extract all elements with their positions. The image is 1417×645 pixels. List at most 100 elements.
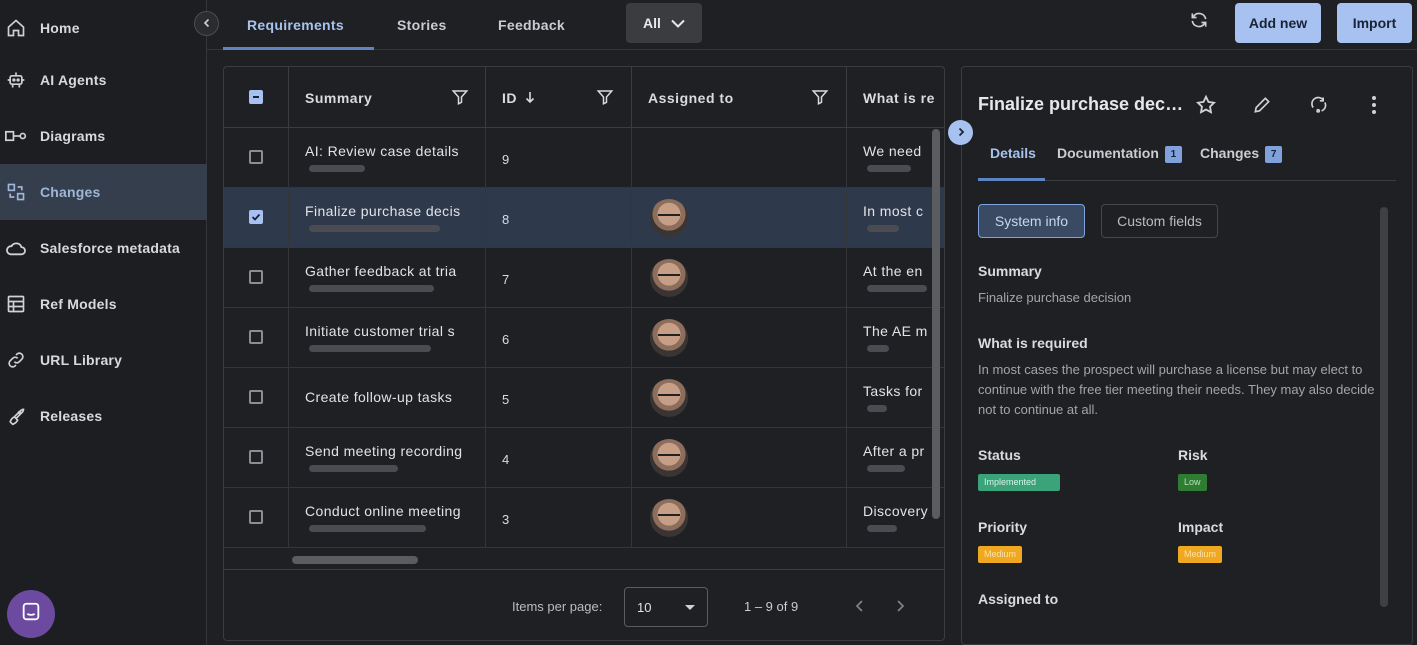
summary-cell[interactable]: AI: Review case details <box>289 128 486 188</box>
expand-table-button[interactable] <box>948 120 973 145</box>
row-checkbox[interactable] <box>249 270 263 284</box>
avatar[interactable] <box>650 379 688 417</box>
table-vertical-scrollbar[interactable] <box>932 129 940 519</box>
import-button[interactable]: Import <box>1337 3 1412 43</box>
what-is-required-text: At the en <box>863 263 923 279</box>
detail-tab-changes[interactable]: Changes 7 <box>1200 145 1283 163</box>
star-icon[interactable] <box>1194 93 1218 117</box>
refresh-button[interactable] <box>1187 10 1211 34</box>
app-root: Home AI Agents Diagrams Changes Salesfor… <box>0 0 1417 645</box>
sidebar-item-label: Salesforce metadata <box>40 240 180 256</box>
chat-launcher-button[interactable] <box>7 590 55 638</box>
column-header-id[interactable]: ID <box>486 67 632 128</box>
sidebar-item-diagrams[interactable]: Diagrams <box>0 108 207 164</box>
tab-stories[interactable]: Stories <box>397 0 447 50</box>
sync-icon[interactable] <box>1307 93 1331 117</box>
edit-icon[interactable] <box>1250 93 1274 117</box>
select-all-checkbox[interactable] <box>249 90 263 104</box>
row-checkbox[interactable] <box>249 450 263 464</box>
avatar[interactable] <box>650 259 688 297</box>
chevron-left-icon <box>202 15 212 33</box>
chevron-right-icon <box>956 124 966 142</box>
sidebar-item-url-library[interactable]: URL Library <box>0 332 207 388</box>
summary-cell[interactable]: Create follow-up tasks <box>289 368 486 428</box>
previous-page-button[interactable] <box>851 597 869 615</box>
sidebar: Home AI Agents Diagrams Changes Salesfor… <box>0 0 207 645</box>
sidebar-item-ref-models[interactable]: Ref Models <box>0 276 207 332</box>
filter-icon[interactable] <box>451 88 469 109</box>
avatar[interactable] <box>650 499 688 537</box>
summary-cell[interactable]: Finalize purchase decis <box>289 188 486 248</box>
sidebar-item-ai-agents[interactable]: AI Agents <box>0 52 207 108</box>
column-header-summary[interactable]: Summary <box>289 67 486 128</box>
row-select-cell <box>224 188 289 248</box>
items-per-page-value: 10 <box>637 599 652 615</box>
what-is-required-cell: At the en <box>847 248 944 308</box>
detail-vertical-scrollbar[interactable] <box>1380 207 1388 607</box>
assigned-to-label: Assigned to <box>978 591 1059 607</box>
more-vert-icon[interactable] <box>1362 93 1386 117</box>
detail-tab-documentation[interactable]: Documentation 1 <box>1057 145 1182 163</box>
filter-icon[interactable] <box>596 88 614 109</box>
summary-placeholder-bar <box>309 345 431 352</box>
summary-cell[interactable]: Conduct online meeting <box>289 488 486 548</box>
id-cell: 6 <box>486 308 632 368</box>
column-header-what-is-required[interactable]: What is re <box>847 67 944 128</box>
row-select-cell <box>224 128 289 188</box>
row-checkbox[interactable] <box>249 510 263 524</box>
sidebar-item-home[interactable]: Home <box>0 0 207 56</box>
table-row[interactable]: Conduct online meeting 3 Discovery <box>224 488 944 548</box>
avatar[interactable] <box>650 439 688 477</box>
detail-tab-label: Documentation <box>1057 145 1159 161</box>
next-page-button[interactable] <box>891 597 909 615</box>
detail-tab-details[interactable]: Details <box>990 145 1036 161</box>
sidebar-item-releases[interactable]: Releases <box>0 388 207 444</box>
summary-cell[interactable]: Gather feedback at tria <box>289 248 486 308</box>
priority-badge: Medium <box>978 546 1023 563</box>
id-text: 7 <box>502 272 510 287</box>
column-header-assigned-to[interactable]: Assigned to <box>632 67 847 128</box>
avatar[interactable] <box>650 199 688 237</box>
table-row[interactable]: Initiate customer trial s 6 The AE m <box>224 308 944 368</box>
table-row[interactable]: Finalize purchase decis 8 In most c <box>224 188 944 248</box>
custom-fields-toggle[interactable]: Custom fields <box>1101 204 1218 238</box>
sidebar-item-label: Changes <box>40 184 101 200</box>
collapse-sidebar-button[interactable] <box>194 11 219 36</box>
row-checkbox[interactable] <box>249 150 263 164</box>
detail-tab-label: Details <box>990 145 1036 161</box>
summary-cell[interactable]: Send meeting recording <box>289 428 486 488</box>
table-horizontal-scrollbar[interactable] <box>292 556 418 564</box>
filter-icon[interactable] <box>811 88 829 109</box>
items-per-page-select[interactable]: 10 <box>624 587 708 627</box>
summary-cell[interactable]: Initiate customer trial s <box>289 308 486 368</box>
link-icon <box>5 349 27 371</box>
table-row[interactable]: Send meeting recording 4 After a pr <box>224 428 944 488</box>
assigned-to-cell <box>632 188 847 248</box>
what-is-required-cell: Discovery <box>847 488 944 548</box>
what-is-required-text: Tasks for <box>863 383 923 399</box>
id-cell: 7 <box>486 248 632 308</box>
tab-requirements[interactable]: Requirements <box>247 0 344 50</box>
required-placeholder-bar <box>867 525 897 532</box>
row-checkbox[interactable] <box>249 330 263 344</box>
sidebar-item-changes[interactable]: Changes <box>0 164 207 220</box>
table-row[interactable]: Gather feedback at tria 7 At the en <box>224 248 944 308</box>
tab-feedback[interactable]: Feedback <box>498 0 565 50</box>
table-row[interactable]: AI: Review case details 9 We need <box>224 128 944 188</box>
table-row[interactable]: Create follow-up tasks 5 Tasks for <box>224 368 944 428</box>
sidebar-item-salesforce-metadata[interactable]: Salesforce metadata <box>0 220 207 276</box>
type-filter-dropdown[interactable]: All <box>626 3 702 43</box>
summary-placeholder-bar <box>309 465 398 472</box>
system-info-toggle[interactable]: System info <box>978 204 1085 238</box>
sort-desc-icon[interactable] <box>525 90 535 106</box>
sidebar-item-label: Releases <box>40 408 103 424</box>
diagram-icon <box>5 125 27 147</box>
refresh-icon <box>1189 10 1209 35</box>
add-new-button[interactable]: Add new <box>1235 3 1321 43</box>
chat-icon <box>20 601 42 628</box>
row-checkbox[interactable] <box>249 390 263 404</box>
what-is-required-text: After a pr <box>863 443 925 459</box>
row-checkbox[interactable] <box>249 210 263 224</box>
avatar[interactable] <box>650 319 688 357</box>
type-filter-value: All <box>643 15 661 31</box>
